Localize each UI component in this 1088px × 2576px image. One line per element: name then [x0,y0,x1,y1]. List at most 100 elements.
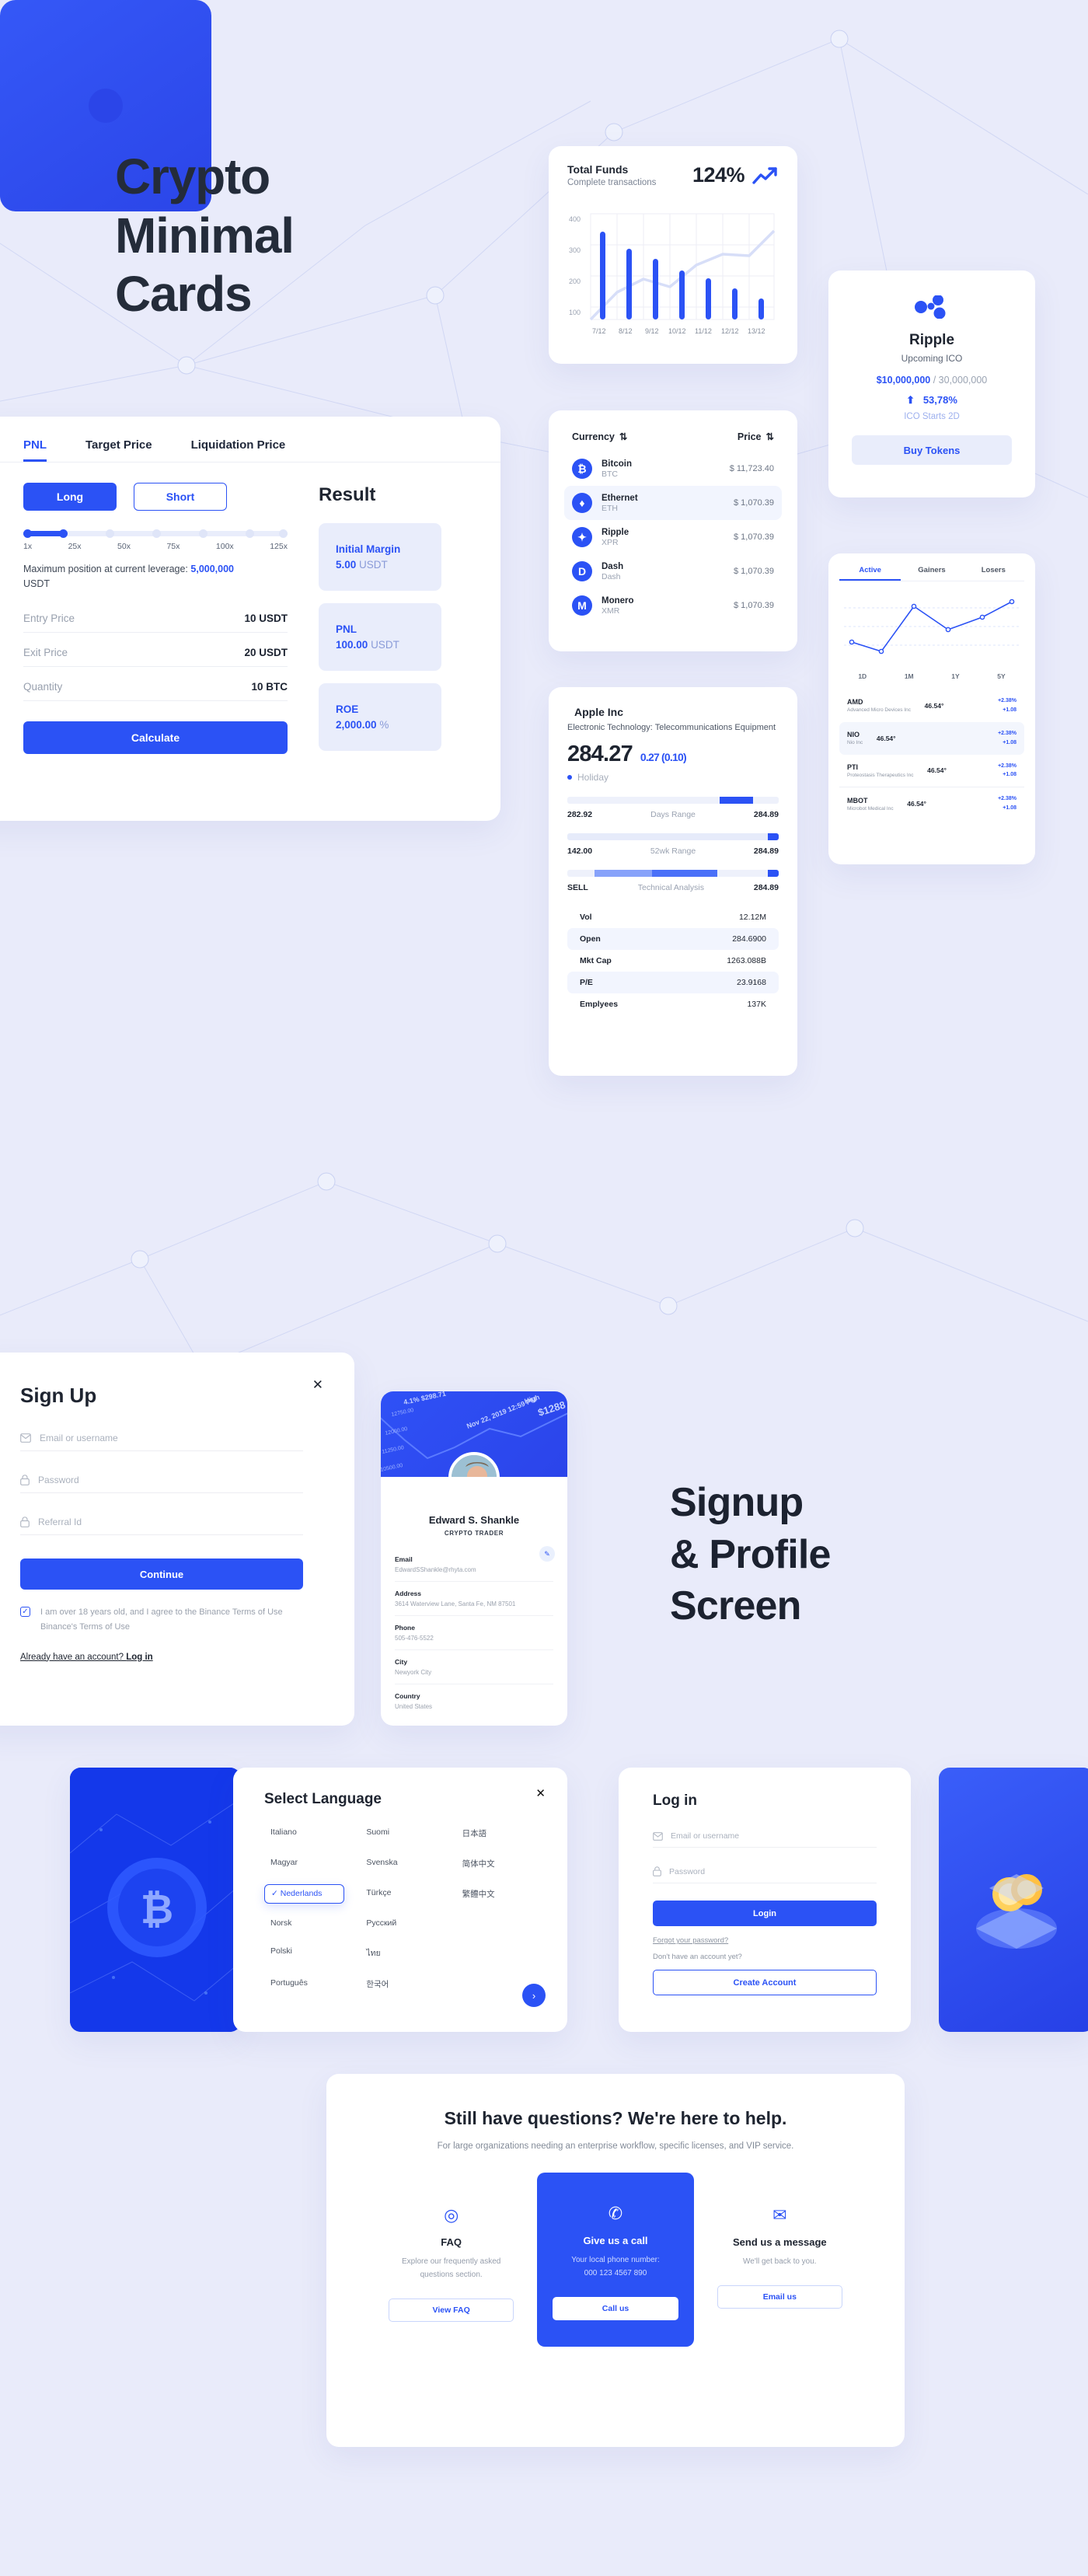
language-item-simplified-chinese[interactable]: 简体中文 [456,1854,536,1873]
language-item-polski[interactable]: Polski [264,1942,344,1963]
mover-price: 46.54° [924,701,944,710]
stat-value: 1263.088B [727,956,766,965]
profile-value: 505-476-5522 [395,1635,434,1642]
edit-icon[interactable]: ✎ [539,1546,555,1562]
view-faq-button[interactable]: View FAQ [389,2299,514,2323]
ethereum-icon: ♦ [572,493,592,513]
stat-value: 284.6900 [732,934,766,944]
help-column-title: FAQ [441,2236,462,2249]
signup-referral-field[interactable]: Referral Id [20,1506,303,1535]
language-item-portugues[interactable]: Português [264,1974,344,1994]
leverage-tick-50x: 50x [117,542,131,551]
isometric-illustration-tile [939,1768,1088,2032]
next-page-button[interactable]: › [522,1984,546,2007]
calculate-button[interactable]: Calculate [23,721,288,754]
language-item-turkce[interactable]: Türkçe [360,1884,440,1904]
login-link[interactable]: Already have an account? Log in [20,1653,303,1662]
coin-symbol: XPR [602,537,619,547]
mover-row-amd[interactable]: AMD Advanced Micro Devices Inc 46.54° +2… [839,689,1024,722]
leverage-slider[interactable]: 1x 25x 50x 75x 100x 125x [23,529,288,551]
tab-gainers[interactable]: Gainers [901,566,962,581]
login-email-field[interactable]: Email or username [653,1820,877,1848]
initial-margin-unit: USDT [359,559,388,571]
svg-text:100: 100 [569,309,581,316]
create-account-button[interactable]: Create Account [653,1970,877,1995]
language-item-thai[interactable]: ไทย [360,1942,440,1963]
apple-stock-card: Apple Inc Electronic Technology: Telecom… [549,687,797,1076]
buy-tokens-button[interactable]: Buy Tokens [852,435,1012,465]
email-us-button[interactable]: Email us [717,2285,842,2309]
sort-icon[interactable]: ⇅ [766,431,774,442]
exit-price-row[interactable]: Exit Price 20 USDT [23,633,288,667]
forgot-password-link[interactable]: Forgot your password? [653,1936,877,1945]
roe-value: 2,000.00 [336,719,377,731]
mover-price: 46.54° [907,800,926,808]
tab-pnl[interactable]: PNL [23,438,47,462]
close-icon[interactable]: ✕ [312,1377,323,1393]
mover-symbol: PTI [847,763,859,771]
tab-active[interactable]: Active [839,566,901,581]
profile-key: City [395,1658,408,1666]
mover-row-pti[interactable]: PTI Proteostasis Therapeutics Inc 46.54°… [839,755,1024,788]
mover-row-nio[interactable]: NIO Nio Inc 46.54° +2.38% +1.08 [839,721,1024,755]
currency-row-ethernet[interactable]: ♦ Ethernet ETH $ 1,070.39 [564,486,782,520]
profile-card: 12750.00 12000.00 11250.00 10500.00 4.1%… [381,1391,567,1726]
language-item-nederlands[interactable]: ✓ Nederlands [264,1884,345,1904]
call-us-button[interactable]: Call us [553,2297,678,2321]
language-item-korean[interactable]: 한국어 [360,1974,440,1994]
monero-icon: M [572,595,592,616]
movers-line-chart [844,599,1020,654]
help-column-title: Give us a call [583,2235,648,2247]
sort-icon[interactable]: ⇅ [619,431,627,442]
svg-text:12000.00: 12000.00 [385,1426,408,1436]
long-button[interactable]: Long [23,483,117,511]
login-button[interactable]: Login [653,1901,877,1926]
currency-column-header[interactable]: Currency ⇅ [572,431,627,443]
bitcoin-artwork: ₿ [70,1768,241,2032]
funds-title: Total Funds [567,163,629,176]
coin-name: Bitcoin [602,459,632,469]
mover-row-mbot[interactable]: MBOT Microbot Medical Inc 46.54° +2.38% … [839,787,1024,820]
ta-signal: SELL [567,883,588,892]
login-title: Log in [653,1792,697,1809]
svg-text:13/12: 13/12 [748,327,765,335]
svg-text:9/12: 9/12 [645,327,659,335]
ripple-icon: ✦ [572,527,592,547]
language-item-russian[interactable]: Русский [360,1915,440,1932]
currency-row-bitcoin[interactable]: ₿ Bitcoin BTC $ 11,723.40 [564,452,782,486]
ripple-percent: 53,78% [922,394,957,406]
tab-losers[interactable]: Losers [963,566,1024,581]
chevron-right-icon: › [532,1989,536,2002]
tab-liquidation-price[interactable]: Liquidation Price [191,438,286,462]
language-item-norsk[interactable]: Norsk [264,1915,344,1932]
currency-row-dash[interactable]: D Dash Dash $ 1,070.39 [564,554,782,588]
price-column-header[interactable]: Price ⇅ [738,431,774,443]
help-column-text: Explore our frequently asked questions s… [402,2257,501,2280]
login-email-placeholder: Email or username [671,1831,740,1841]
tab-target-price[interactable]: Target Price [85,438,152,462]
help-title: Still have questions? We're here to help… [444,2108,787,2128]
signup-email-field[interactable]: Email or username [20,1422,303,1451]
help-column-text: We'll get back to you. [743,2257,817,2267]
language-item-japanese[interactable]: 日本語 [456,1824,536,1843]
coin-price: $ 1,070.39 [734,567,774,576]
terms-checkbox[interactable]: ✓ [20,1607,30,1617]
currency-row-ripple[interactable]: ✦ Ripple XPR $ 1,070.39 [564,520,782,554]
language-item-magyar[interactable]: Magyar [264,1854,344,1873]
bitcoin-photo-tile: ₿ [70,1768,241,2032]
language-item-svenska[interactable]: Svenska [360,1854,440,1873]
short-button[interactable]: Short [134,483,227,511]
currency-row-monero[interactable]: M Monero XMR $ 1,070.39 [564,588,782,623]
language-item-italiano[interactable]: Italiano [264,1824,344,1843]
signup-password-field[interactable]: Password [20,1464,303,1493]
continue-button[interactable]: Continue [20,1559,303,1590]
entry-price-label: Entry Price [23,612,75,624]
close-icon[interactable]: ✕ [535,1786,546,1800]
language-item-traditional-chinese[interactable]: 繁體中文 [456,1884,536,1904]
entry-price-row[interactable]: Entry Price 10 USDT [23,599,288,633]
login-password-field[interactable]: Password [653,1855,877,1883]
quantity-row[interactable]: Quantity 10 BTC [23,667,288,701]
language-item-suomi[interactable]: Suomi [360,1824,440,1843]
language-grid: Italiano Suomi 日本語 Magyar Svenska 简体中文 ✓… [264,1824,536,1994]
profile-key: Phone [395,1624,415,1632]
